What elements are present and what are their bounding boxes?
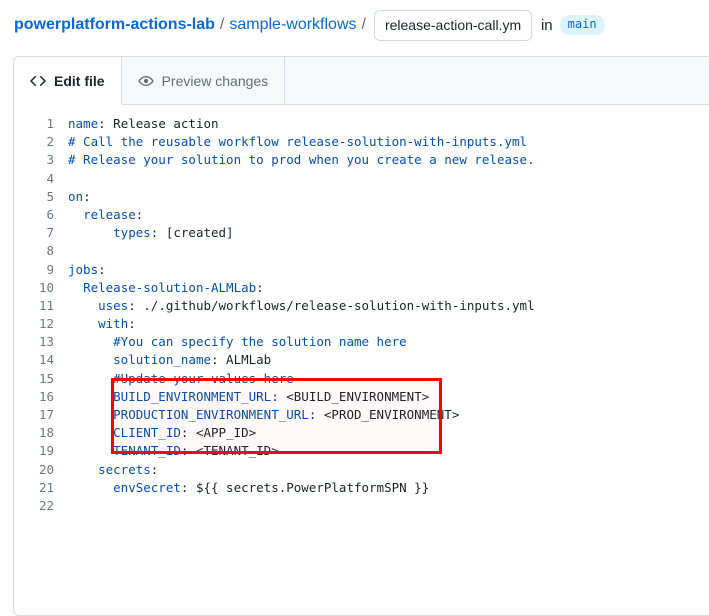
code-line: 7 types: [created] xyxy=(14,224,709,242)
breadcrumb-separator-2: / xyxy=(362,16,366,34)
code-line: 14 solution_name: ALMLab xyxy=(14,351,709,369)
line-number: 19 xyxy=(14,442,68,460)
line-content: #You can specify the solution name here xyxy=(68,333,407,351)
in-label: in xyxy=(541,17,553,34)
code-line: 5on: xyxy=(14,188,709,206)
line-number: 4 xyxy=(14,170,68,188)
code-line: 22 xyxy=(14,497,709,515)
line-content: with: xyxy=(68,315,136,333)
code-line: 8 xyxy=(14,242,709,260)
code-line: 15 #Update your values here xyxy=(14,370,709,388)
line-number: 9 xyxy=(14,261,68,279)
code-line: 1name: Release action xyxy=(14,115,709,133)
line-content: uses: ./.github/workflows/release-soluti… xyxy=(68,297,535,315)
branch-badge: main xyxy=(560,15,605,35)
code-editor[interactable]: 1name: Release action2# Call the reusabl… xyxy=(14,105,709,515)
eye-icon xyxy=(138,73,154,89)
filename-input[interactable] xyxy=(374,10,532,41)
tab-edit-file[interactable]: Edit file xyxy=(14,57,122,105)
code-line: 17 PRODUCTION_ENVIRONMENT_URL: <PROD_ENV… xyxy=(14,406,709,424)
code-line: 9jobs: xyxy=(14,261,709,279)
line-number: 21 xyxy=(14,479,68,497)
line-number: 20 xyxy=(14,461,68,479)
line-content: Release-solution-ALMLab: xyxy=(68,279,264,297)
code-line: 20 secrets: xyxy=(14,461,709,479)
line-content: types: [created] xyxy=(68,224,234,242)
line-content: TENANT_ID: <TENANT_ID> xyxy=(68,442,279,460)
line-number: 18 xyxy=(14,424,68,442)
file-editor-card: Edit file Preview changes 1name: Release… xyxy=(13,56,709,616)
tab-preview-changes[interactable]: Preview changes xyxy=(122,57,286,104)
line-number: 22 xyxy=(14,497,68,515)
code-line: 11 uses: ./.github/workflows/release-sol… xyxy=(14,297,709,315)
code-line: 4 xyxy=(14,170,709,188)
line-content: name: Release action xyxy=(68,115,219,133)
tab-preview-changes-label: Preview changes xyxy=(162,73,269,89)
line-number: 3 xyxy=(14,151,68,169)
line-content: #Update your values here xyxy=(68,370,294,388)
line-content: on: xyxy=(68,188,91,206)
code-lines: 1name: Release action2# Call the reusabl… xyxy=(14,115,709,515)
line-content: jobs: xyxy=(68,261,106,279)
line-number: 5 xyxy=(14,188,68,206)
breadcrumb-repo-link[interactable]: powerplatform-actions-lab xyxy=(14,16,215,34)
line-content: # Call the reusable workflow release-sol… xyxy=(68,133,527,151)
code-line: 2# Call the reusable workflow release-so… xyxy=(14,133,709,151)
code-line: 13 #You can specify the solution name he… xyxy=(14,333,709,351)
code-line: 16 BUILD_ENVIRONMENT_URL: <BUILD_ENVIRON… xyxy=(14,388,709,406)
code-line: 21 envSecret: ${{ secrets.PowerPlatformS… xyxy=(14,479,709,497)
line-content: BUILD_ENVIRONMENT_URL: <BUILD_ENVIRONMEN… xyxy=(68,388,429,406)
line-number: 12 xyxy=(14,315,68,333)
line-number: 2 xyxy=(14,133,68,151)
line-number: 16 xyxy=(14,388,68,406)
line-content: PRODUCTION_ENVIRONMENT_URL: <PROD_ENVIRO… xyxy=(68,406,459,424)
line-number: 7 xyxy=(14,224,68,242)
line-number: 13 xyxy=(14,333,68,351)
editor-tabbar: Edit file Preview changes xyxy=(14,57,709,105)
tab-edit-file-label: Edit file xyxy=(54,73,105,89)
code-line: 19 TENANT_ID: <TENANT_ID> xyxy=(14,442,709,460)
code-icon xyxy=(30,73,46,89)
line-number: 8 xyxy=(14,242,68,260)
line-number: 14 xyxy=(14,351,68,369)
line-content: CLIENT_ID: <APP_ID> xyxy=(68,424,256,442)
code-line: 3# Release your solution to prod when yo… xyxy=(14,151,709,169)
breadcrumb-folder-link[interactable]: sample-workflows xyxy=(229,16,356,34)
line-number: 6 xyxy=(14,206,68,224)
line-number: 15 xyxy=(14,370,68,388)
line-content: envSecret: ${{ secrets.PowerPlatformSPN … xyxy=(68,479,429,497)
code-line: 12 with: xyxy=(14,315,709,333)
breadcrumb-separator: / xyxy=(220,16,224,34)
code-line: 10 Release-solution-ALMLab: xyxy=(14,279,709,297)
line-content: secrets: xyxy=(68,461,158,479)
line-content: # Release your solution to prod when you… xyxy=(68,151,535,169)
line-content: solution_name: ALMLab xyxy=(68,351,271,369)
code-line: 18 CLIENT_ID: <APP_ID> xyxy=(14,424,709,442)
line-number: 17 xyxy=(14,406,68,424)
line-content: release: xyxy=(68,206,143,224)
breadcrumb: powerplatform-actions-lab / sample-workf… xyxy=(14,7,605,43)
code-line: 6 release: xyxy=(14,206,709,224)
line-number: 11 xyxy=(14,297,68,315)
line-number: 1 xyxy=(14,115,68,133)
line-number: 10 xyxy=(14,279,68,297)
